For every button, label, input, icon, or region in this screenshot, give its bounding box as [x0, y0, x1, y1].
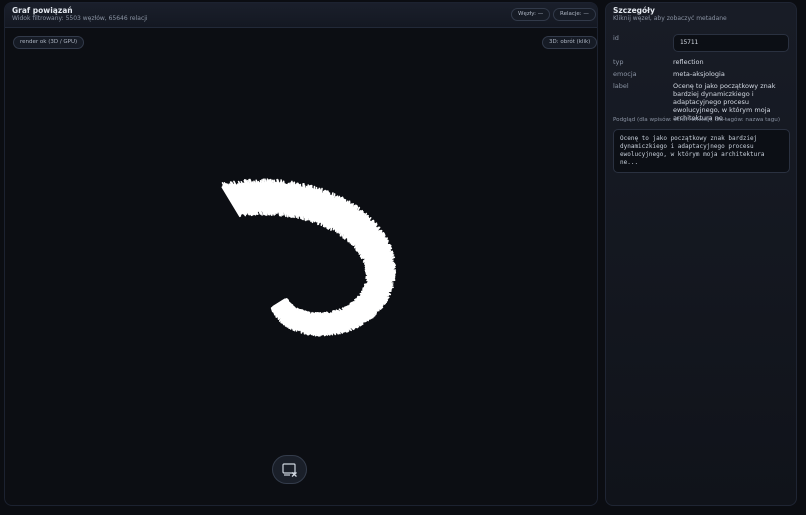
render-status-badge: render ok (3D / GPU) — [13, 36, 85, 49]
graph-subtitle: Widok filtrowany: 5503 węzłów, 65646 rel… — [12, 15, 148, 22]
id-field[interactable]: 15711 — [673, 34, 789, 52]
nodes-count-badge: Węzły: — — [511, 8, 551, 21]
type-label: typ — [613, 58, 624, 66]
graph-title: Graf powiązań — [12, 6, 73, 15]
graph-header: Graf powiązań Widok filtrowany: 5503 węz… — [5, 3, 597, 28]
graph-canvas[interactable] — [5, 29, 598, 506]
id-label: id — [613, 34, 619, 42]
emotion-label: emocja — [613, 70, 637, 78]
type-value: reflection — [673, 58, 704, 66]
details-panel: Szczegóły Kliknij węzeł, aby zobaczyć me… — [605, 2, 797, 506]
preview-text: Ocenę to jako początkowy znak bardziej d… — [613, 129, 790, 173]
screen-close-icon — [281, 462, 297, 477]
graph-nodes-spiral — [221, 178, 397, 337]
label-label: label — [613, 82, 629, 90]
rotate-toggle-button[interactable]: 3D: obrót (klik) — [542, 36, 597, 49]
edges-count-badge: Relacje: — — [553, 8, 596, 21]
details-title: Szczegóły — [613, 6, 655, 15]
graph-panel: Graf powiązań Widok filtrowany: 5503 węz… — [4, 2, 598, 506]
label-value: Ocenę to jako początkowy znak bardziej d… — [673, 82, 776, 122]
emotion-value: meta-aksjologia — [673, 70, 725, 78]
preview-label: Podgląd (dla wpisów: skrót refleksji, dl… — [613, 117, 781, 123]
details-subtitle: Kliknij węzeł, aby zobaczyć metadane — [613, 15, 727, 22]
reset-view-button[interactable] — [272, 455, 307, 484]
